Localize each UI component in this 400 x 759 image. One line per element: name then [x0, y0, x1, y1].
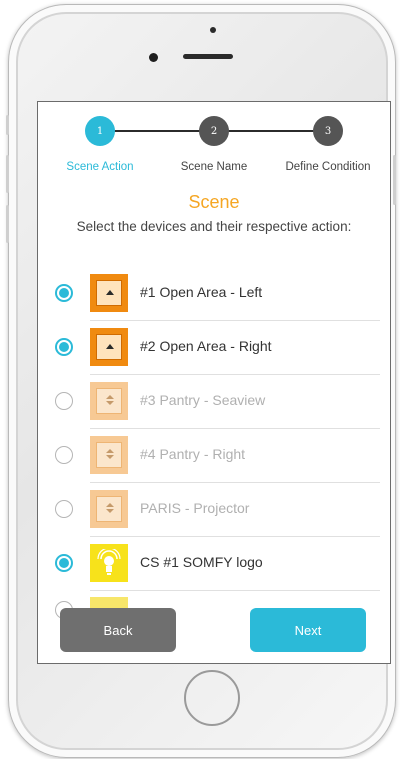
volume-up-button [6, 155, 9, 193]
device-row[interactable]: CS #1 SOMFY logo [55, 537, 380, 591]
power-button [393, 155, 396, 205]
device-row[interactable]: #3 Pantry - Seaview [55, 375, 380, 429]
device-row[interactable]: #4 Pantry - Right [55, 429, 380, 483]
device-label: #2 Open Area - Right [140, 338, 272, 354]
volume-down-button [6, 205, 9, 243]
step-1-circle[interactable]: 1 [85, 116, 115, 146]
device-label: #4 Pantry - Right [140, 446, 246, 462]
proximity-sensor [210, 27, 216, 33]
device-label: CS #1 SOMFY logo [140, 554, 263, 570]
device-row[interactable]: #1 Open Area - Left [55, 267, 380, 321]
step-2-label: Scene Name [180, 161, 248, 173]
device-radio-unselected[interactable] [55, 446, 73, 464]
app-screen: 1 2 3 Scene Action Scene Name Define Con… [37, 101, 391, 664]
home-button[interactable] [184, 670, 240, 726]
stepper-line-2 [214, 130, 328, 132]
shade-icon [90, 436, 128, 474]
shade-icon [90, 274, 128, 312]
stepper-line-1 [100, 130, 214, 132]
next-button[interactable]: Next [250, 608, 366, 652]
front-camera [149, 53, 158, 62]
step-3-label: Define Condition [285, 161, 371, 173]
wizard-stepper: 1 2 3 Scene Action Scene Name Define Con… [38, 102, 390, 182]
device-list: #1 Open Area - Left #2 Open Area - Right… [38, 267, 390, 591]
device-radio-unselected[interactable] [55, 500, 73, 518]
device-radio-selected[interactable] [55, 284, 73, 302]
device-label: #3 Pantry - Seaview [140, 392, 266, 408]
device-label: PARIS - Projector [140, 500, 250, 516]
light-bulb-icon [90, 544, 128, 582]
shade-icon [90, 490, 128, 528]
device-row[interactable]: #2 Open Area - Right [55, 321, 380, 375]
shade-icon [90, 328, 128, 366]
device-label: #1 Open Area - Left [140, 284, 263, 300]
back-button[interactable]: Back [60, 608, 176, 652]
step-2-circle[interactable]: 2 [199, 116, 229, 146]
shade-icon [90, 382, 128, 420]
device-row[interactable]: PARIS - Projector [55, 483, 380, 537]
device-radio-selected[interactable] [55, 338, 73, 356]
page-subtitle: Select the devices and their respective … [76, 219, 352, 234]
step-3-circle[interactable]: 3 [313, 116, 343, 146]
earpiece-speaker [183, 54, 233, 59]
device-radio-selected[interactable] [55, 554, 73, 572]
mute-switch [6, 115, 9, 135]
device-radio-unselected[interactable] [55, 392, 73, 410]
page-title: Scene [188, 192, 240, 212]
step-1-label: Scene Action [66, 161, 134, 173]
